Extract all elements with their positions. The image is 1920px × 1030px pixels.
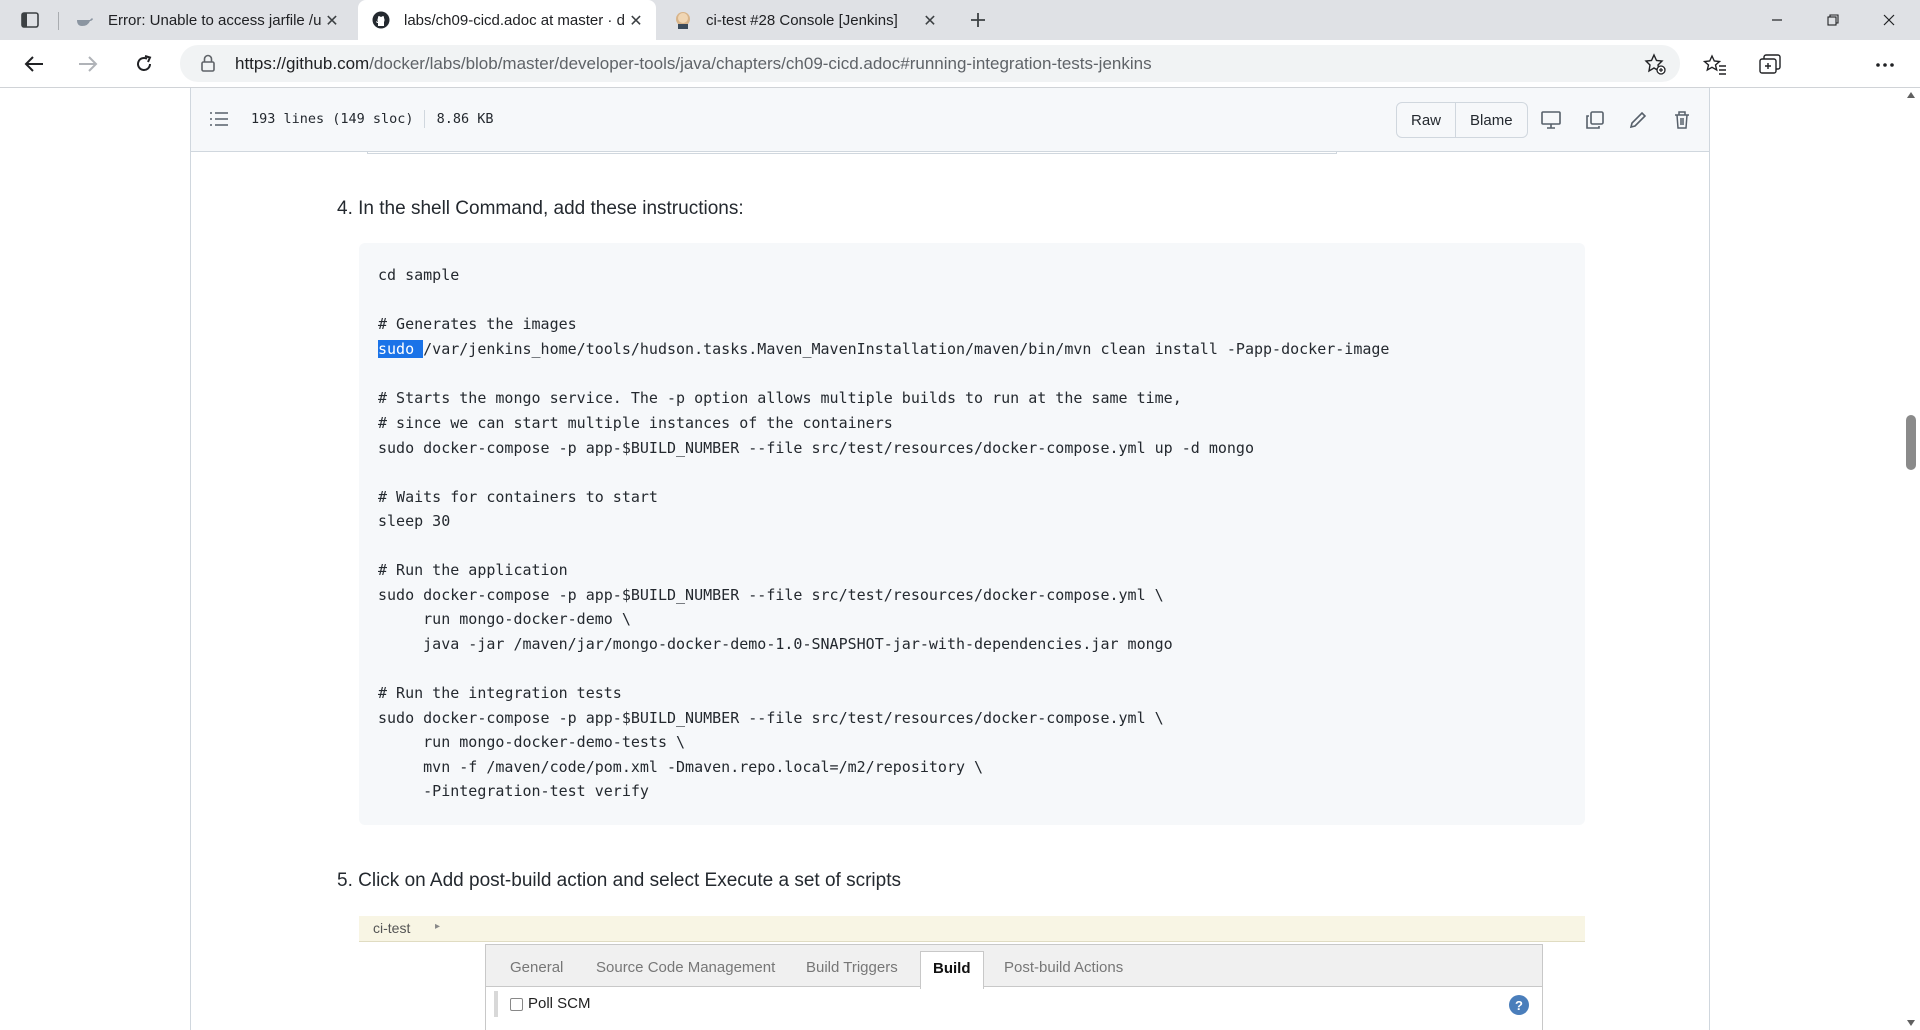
line-count: 193 lines (149 sloc) [251,111,414,127]
back-arrow-icon[interactable] [18,48,50,80]
url-path: /docker/labs/blob/master/developer-tools… [369,54,1152,73]
jenkins-config-panel: General Source Code Management Build Tri… [485,944,1543,1030]
code-line: java -jar /maven/jar/mongo-docker-demo-1… [378,635,1173,653]
tab-build: Build [920,951,984,989]
file-info: 193 lines (149 sloc) 8.86 KB [251,110,493,128]
forward-arrow-icon[interactable] [72,48,104,80]
jenkins-breadcrumb: ci-test ▸ [359,916,1585,942]
poll-scm-row: Poll SCM [494,989,1534,1019]
browser-toolbar: https://github.com/docker/labs/blob/mast… [0,40,1920,118]
tab-title: labs/ch09-cicd.adoc at master · d [404,11,625,29]
favorites-icon[interactable] [1702,52,1728,78]
tab-source-code-management: Source Code Management [596,959,776,976]
trash-icon[interactable] [1670,108,1694,132]
tab-jenkins[interactable]: ci-test #28 Console [Jenkins] ✕ [660,0,950,40]
poll-scm-label: Poll SCM [528,995,591,1012]
section-bar [494,991,498,1017]
table-of-contents-icon[interactable] [209,110,229,130]
code-comment: # since we can start multiple instances … [378,414,893,432]
scroll-up-arrow-icon[interactable] [1907,92,1915,98]
breadcrumb-item: ci-test [373,920,411,936]
blame-button[interactable]: Blame [1456,103,1527,137]
code-comment: # Run the integration tests [378,684,622,702]
close-icon[interactable]: ✕ [626,10,646,30]
window-close-icon[interactable] [1866,0,1912,40]
code-comment: # Generates the images [378,315,577,333]
more-options-icon[interactable] [1872,52,1898,78]
copy-icon[interactable] [1583,108,1607,132]
step-5-text: 5. Click on Add post-build action and se… [337,870,901,891]
tab-docker-error[interactable]: Error: Unable to access jarfile /us ✕ [62,0,352,40]
restore-icon[interactable] [1810,0,1856,40]
file-size: 8.86 KB [436,111,494,127]
browser-tab-bar: Error: Unable to access jarfile /us ✕ la… [0,0,1920,40]
tab-title: Error: Unable to access jarfile /us [108,11,322,29]
code-comment: # Starts the mongo service. The -p optio… [378,389,1182,407]
code-text: /var/jenkins_home/tools/hudson.tasks.Mav… [423,340,1390,358]
tab-title: ci-test #28 Console [Jenkins] [706,11,898,29]
help-icon: ? [1509,995,1529,1015]
docker-icon [76,11,94,29]
file-container: 193 lines (149 sloc) 8.86 KB Raw Blame 4.… [190,88,1710,1030]
url-host: https://github.com [235,54,370,73]
jenkins-icon [674,11,692,29]
scroll-down-arrow-icon[interactable] [1907,1020,1915,1026]
tab-build-triggers: Build Triggers [806,959,898,976]
close-icon[interactable]: ✕ [322,10,342,30]
collections-icon[interactable] [1757,52,1783,78]
code-line: run mongo-docker-demo \ [378,610,631,628]
close-icon[interactable]: ✕ [920,10,940,30]
raw-button[interactable]: Raw [1397,103,1457,137]
code-line: sleep 30 [378,512,451,530]
step-4-text: 4. In the shell Command, add these instr… [337,198,744,219]
tab-github[interactable]: labs/ch09-cicd.adoc at master · d ✕ [358,0,656,40]
selected-text: sudo [378,340,424,358]
minimize-icon[interactable] [1754,0,1800,40]
url-text: https://github.com/docker/labs/blob/mast… [235,54,1152,74]
code-line: sudo docker-compose -p app-$BUILD_NUMBER… [378,439,1254,457]
jenkins-screenshot: ci-test ▸ General Source Code Management… [359,916,1585,1030]
refresh-icon[interactable] [128,48,160,80]
code-comment: # Waits for containers to start [378,488,658,506]
code-line: -Pintegration-test verify [378,782,649,800]
tab-separator [58,12,59,30]
poll-scm-checkbox [510,998,523,1011]
tab-general: General [510,959,564,976]
code-line: cd sample [378,266,460,284]
code-line: sudo docker-compose -p app-$BUILD_NUMBER… [378,709,1164,727]
code-line: mvn -f /maven/code/pom.xml -Dmaven.repo.… [378,758,984,776]
raw-blame-group: Raw Blame [1396,102,1528,138]
code-comment: # Run the application [378,561,568,579]
code-line: sudo /var/jenkins_home/tools/hudson.task… [378,339,1389,359]
chevron-right-icon: ▸ [435,921,441,932]
scroll-thumb[interactable] [1906,415,1916,470]
page-scrollbar[interactable] [1902,88,1920,1030]
page-viewport: 193 lines (149 sloc) 8.86 KB Raw Blame 4.… [0,88,1902,1030]
code-line: sudo docker-compose -p app-$BUILD_NUMBER… [378,586,1164,604]
code-block: cd sample # Generates the images sudo /v… [359,243,1585,825]
github-icon [372,11,390,29]
new-tab-icon[interactable] [964,6,992,34]
file-header: 193 lines (149 sloc) 8.86 KB Raw Blame [191,88,1709,152]
jenkins-tabs: General Source Code Management Build Tri… [486,945,1542,989]
address-bar[interactable]: https://github.com/docker/labs/blob/mast… [180,45,1680,82]
code-line: run mongo-docker-demo-tests \ [378,733,686,751]
tab-post-build-actions: Post-build Actions [1004,959,1124,976]
pencil-icon[interactable] [1626,108,1650,132]
desktop-icon[interactable] [1539,108,1563,132]
divider [423,110,425,128]
tab-actions-icon[interactable] [14,8,46,32]
lock-icon[interactable] [200,54,218,72]
add-favorite-icon[interactable] [1644,53,1666,75]
